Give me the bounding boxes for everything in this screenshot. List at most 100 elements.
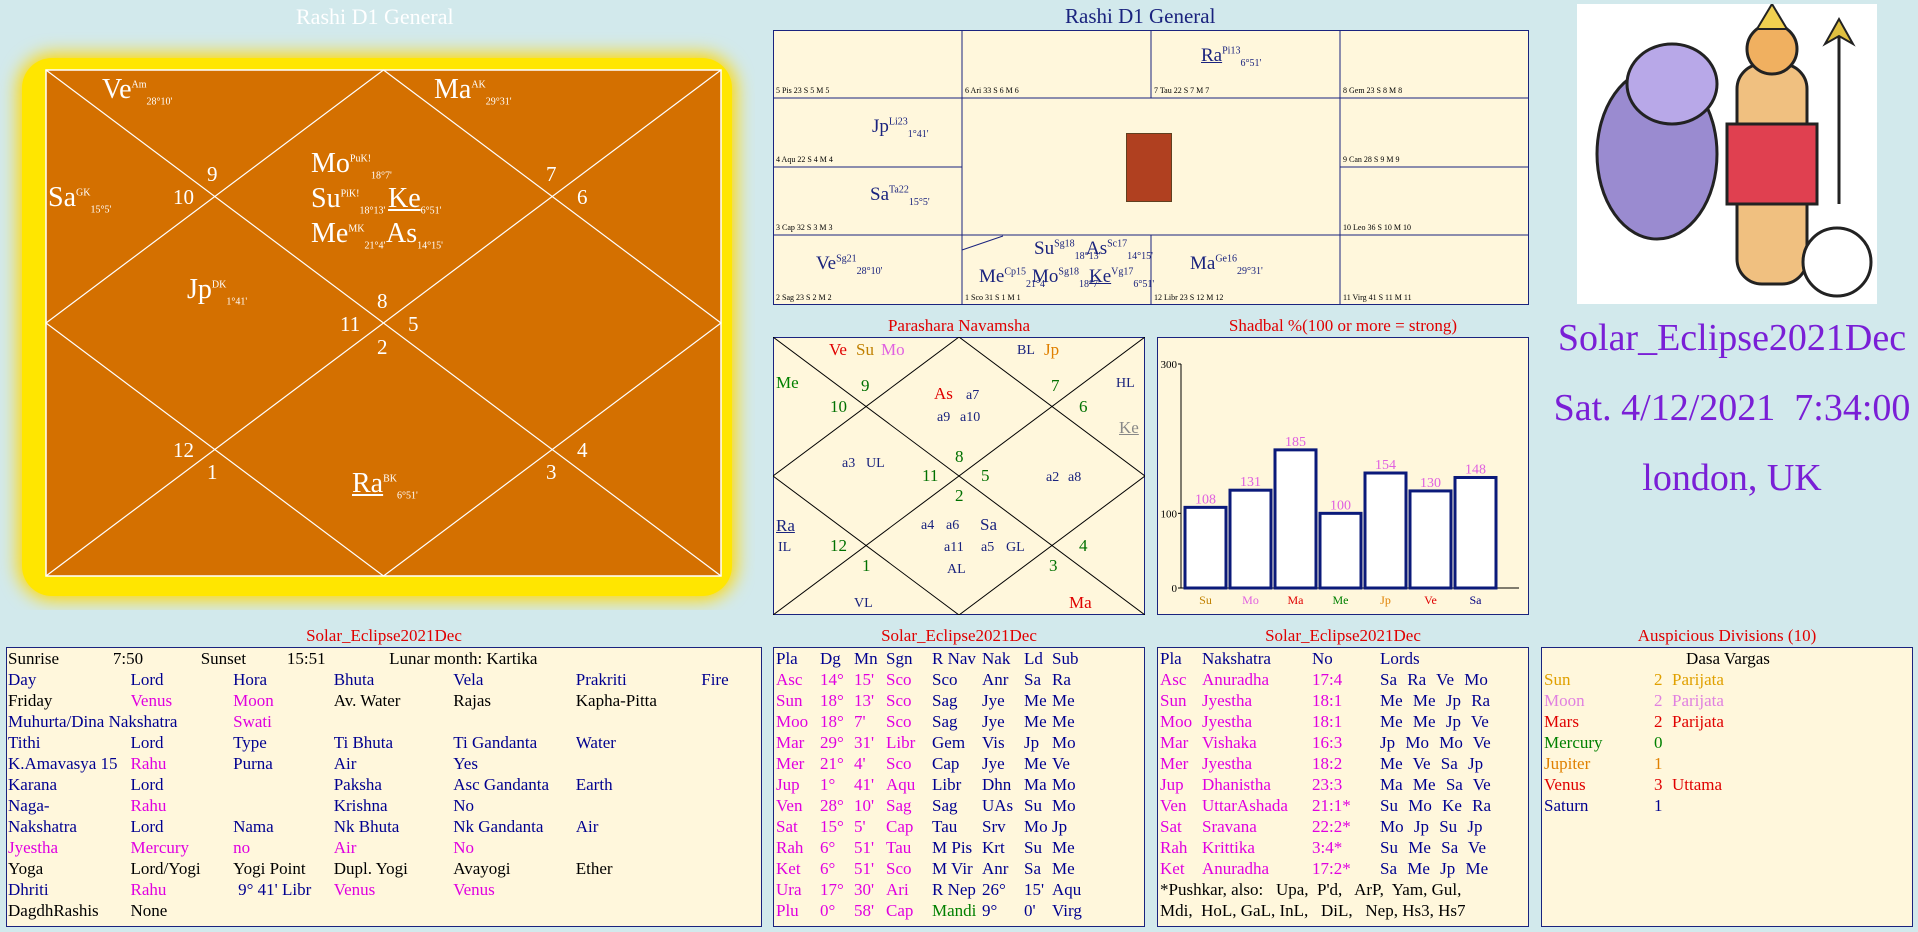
panchang-cell: Hora bbox=[233, 669, 268, 689]
positions-row: Plu 0° 58' Cap Mandi 9° 0' Virg bbox=[776, 900, 1144, 921]
nakshatra-cell: Jyestha bbox=[1202, 690, 1253, 710]
planet-ketu[interactable]: Ke6°51' bbox=[388, 183, 441, 216]
south-chart-center-image bbox=[1126, 133, 1172, 202]
panchang-cell: Sunset bbox=[200, 648, 247, 668]
shadbal-value-label: 154 bbox=[1375, 458, 1396, 473]
panchang-cell: 7:50 bbox=[112, 648, 144, 668]
planet-rahu[interactable]: RaBK6°51' bbox=[352, 468, 418, 501]
positions-cell: 18° bbox=[820, 690, 844, 710]
auspicious-panel: Dasa Vargas Sun 2 Parijata Moon 2 Parijata Mars… bbox=[1541, 647, 1913, 927]
nakshatra-row: Mer Jyestha 18:2 Me Ve Sa Jp bbox=[1160, 753, 1528, 774]
planet-sun[interactable]: SuPiK!18°13' bbox=[311, 183, 385, 216]
nav-house-number: 12 bbox=[830, 536, 847, 555]
positions-cell: Virg bbox=[1052, 900, 1082, 920]
nakshatra-cell: Mer bbox=[1160, 753, 1189, 773]
nav-label-venus: Ve bbox=[829, 340, 847, 359]
nav-label-rahu: Ra bbox=[776, 516, 795, 535]
auspicious-cell: Mercury bbox=[1544, 732, 1603, 752]
nakshatra-cell: 17:2* bbox=[1312, 858, 1351, 878]
planet-ascendant[interactable]: As14°15' bbox=[386, 218, 443, 251]
south-cell-label: 3 Cap 32 S 3 M 3 bbox=[776, 223, 833, 232]
auspicious-cell: Uttama bbox=[1672, 774, 1723, 794]
nakshatra-cell: Jp Mo Mo Ve bbox=[1380, 732, 1491, 752]
nav-house-number: 1 bbox=[862, 556, 871, 575]
positions-cell: Jp bbox=[1052, 816, 1068, 836]
nakshatra-cell: Me Me Jp Ve bbox=[1380, 711, 1489, 731]
panchang-cell: Lord bbox=[130, 816, 164, 836]
nav-label-al: AL bbox=[947, 562, 966, 577]
south-cell-label: 7 Tau 22 S 7 M 7 bbox=[1154, 86, 1210, 95]
nakshatra-row: Sat Sravana 22:2* Mo Jp Su Jp bbox=[1160, 816, 1528, 837]
positions-cell: Aqu bbox=[886, 774, 916, 794]
auspicious-title: Auspicious Divisions (10) bbox=[1637, 626, 1817, 645]
positions-cell: Sco bbox=[886, 753, 912, 773]
positions-cell: Moo bbox=[776, 711, 809, 731]
positions-cell: 15' bbox=[854, 669, 875, 689]
panchang-cell: Fire bbox=[701, 669, 729, 689]
nav-label-a10: a10 bbox=[960, 410, 981, 425]
planet-mercury[interactable]: MeMK21°4' bbox=[311, 218, 385, 251]
nakshatra-cell: Vishaka bbox=[1202, 732, 1257, 752]
planet-venus[interactable]: VeAm28°10' bbox=[102, 74, 172, 107]
shadbal-bar[interactable] bbox=[1363, 471, 1408, 590]
south-planet-ketu[interactable]: KeVg176°51' bbox=[1089, 266, 1154, 289]
nakshatra-cell: Mo Jp Su Jp bbox=[1380, 816, 1483, 836]
nav-label-sun: Su bbox=[856, 340, 874, 359]
panchang-cell: Jyestha bbox=[8, 837, 59, 857]
panchang-cell: Av. Water bbox=[333, 690, 401, 710]
nav-label-a2: a2 bbox=[1046, 470, 1060, 485]
panchang-cell: Dupl. Yogi bbox=[333, 858, 408, 878]
nav-label-bl: BL bbox=[1017, 343, 1035, 358]
nakshatra-cell: Sa Ra Ve Mo bbox=[1380, 669, 1488, 689]
house-number: 9 bbox=[207, 162, 218, 186]
nakshatra-cell: Anuradha bbox=[1202, 858, 1270, 878]
shadbal-bar[interactable] bbox=[1273, 448, 1318, 590]
shadbal-bar[interactable] bbox=[1318, 511, 1363, 590]
shadbal-bar[interactable] bbox=[1453, 475, 1498, 590]
nakshatra-cell: Me Me Jp Ra bbox=[1380, 690, 1491, 710]
positions-row: Ven 28° 10' Sag Sag UAs Su Mo bbox=[776, 795, 1144, 816]
positions-cell: Mar bbox=[776, 732, 805, 752]
positions-cell: 30' bbox=[854, 879, 875, 899]
shadbal-bar[interactable] bbox=[1228, 488, 1273, 590]
nav-house-number: 4 bbox=[1079, 536, 1088, 555]
nakshatra-cell: Krittika bbox=[1202, 837, 1255, 857]
shadbal-ytick: 100 bbox=[1161, 508, 1178, 520]
south-planet-rahu[interactable]: RaPi136°51' bbox=[1201, 45, 1261, 68]
panchang-cell: 15:51 bbox=[286, 648, 326, 668]
planet-saturn[interactable]: SaGK15°5' bbox=[48, 182, 111, 215]
south-planet-venus[interactable]: VeSg2128°10' bbox=[816, 253, 882, 276]
shadbal-bar[interactable] bbox=[1183, 505, 1228, 590]
panchang-cell: Air bbox=[575, 816, 599, 836]
positions-cell: Nak bbox=[982, 648, 1011, 668]
auspicious-cell: 1 bbox=[1654, 795, 1663, 815]
auspicious-cell: Parijata bbox=[1672, 669, 1724, 689]
house-number: 11 bbox=[340, 312, 361, 336]
shadbal-bar[interactable] bbox=[1408, 489, 1453, 590]
planet-moon[interactable]: MoPuK!18°7' bbox=[311, 148, 392, 181]
nakshatra-row: Asc Anuradha 17:4 Sa Ra Ve Mo bbox=[1160, 669, 1528, 690]
planet-mars[interactable]: MaAK29°31' bbox=[434, 74, 512, 107]
south-cell-label: 2 Sag 23 S 2 M 2 bbox=[776, 293, 832, 302]
panchang-cell: Lord/Yogi bbox=[130, 858, 201, 878]
nav-house-number: 2 bbox=[955, 486, 964, 505]
south-planet-jupiter[interactable]: JpLi231°41' bbox=[872, 116, 929, 139]
nakshatra-cell: Pla bbox=[1160, 648, 1182, 668]
shadbal-category-label: Su bbox=[1199, 593, 1212, 607]
south-planet-ascendant[interactable]: AsSc1714°15' bbox=[1086, 238, 1153, 261]
shadbal-value-label: 185 bbox=[1285, 435, 1306, 450]
panchang-row: Sunrise 7:50 Sunset 15:51 Lunar month: Karti… bbox=[8, 648, 761, 669]
nakshatra-row: Pla Nakshatra No Lords bbox=[1160, 648, 1528, 669]
south-planet-saturn[interactable]: SaTa2215°5' bbox=[870, 184, 930, 207]
deity-illustration-svg bbox=[1595, 4, 1873, 298]
house-number: 12 bbox=[173, 438, 194, 462]
south-planet-mars[interactable]: MaGe1629°31' bbox=[1190, 253, 1263, 276]
positions-cell: 26° bbox=[982, 879, 1006, 899]
nakshatra-cell: Ma Me Sa Ve bbox=[1380, 774, 1491, 794]
shadbal-ytick: 0 bbox=[1172, 583, 1178, 595]
planet-jupiter[interactable]: JpDK1°41' bbox=[187, 274, 247, 307]
positions-cell: 10' bbox=[854, 795, 875, 815]
positions-cell: Aqu bbox=[1052, 879, 1082, 899]
house-number: 4 bbox=[577, 438, 588, 462]
nakshatra-cell: 23:3 bbox=[1312, 774, 1343, 794]
